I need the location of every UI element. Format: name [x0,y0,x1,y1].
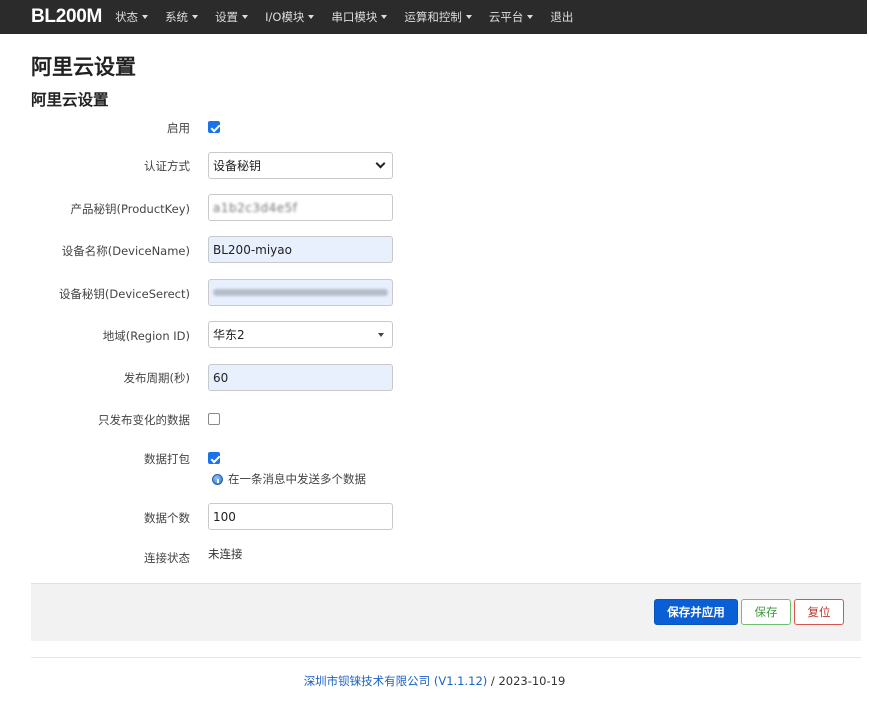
caret-down-icon [192,15,199,19]
publish-changed-label: 只发布变化的数据 [98,413,190,427]
caret-down-icon [465,15,472,19]
nav-item-settings[interactable]: 设置 [215,9,249,25]
product-key-input[interactable]: a1b2c3d4e5f [208,194,393,221]
publish-period-label: 发布周期(秒) [123,371,190,385]
device-secret-input[interactable] [208,279,393,306]
publish-period-input[interactable]: 60 [208,364,393,391]
publish-changed-checkbox[interactable] [208,413,220,425]
caret-down-icon [378,332,384,337]
caret-down-icon [142,15,149,19]
redacted-secret [213,289,388,296]
enable-checkbox[interactable] [208,121,220,133]
device-secret-label: 设备秘钥(DeviceSerect) [58,287,190,301]
info-icon [212,473,223,485]
data-packing-label: 数据打包 [144,452,190,466]
data-count-input[interactable]: 100 [208,503,393,530]
auth-mode-select[interactable]: 设备秘钥 [208,152,393,179]
region-select[interactable]: 华东2 [208,321,393,348]
save-button[interactable]: 保存 [741,599,791,625]
nav-item-io-module[interactable]: I/O模块 [265,9,315,25]
footer-divider [31,657,861,658]
nav-item-system[interactable]: 系统 [165,9,199,25]
data-count-label: 数据个数 [144,511,190,525]
top-navbar: BL200M 状态 系统 设置 I/O模块 串口模块 运算和控制 云平台 退出 [0,0,867,34]
device-name-label: 设备名称(DeviceName) [61,244,190,258]
nav-item-status[interactable]: 状态 [115,9,149,25]
release-date: / 2023-10-19 [487,674,566,688]
action-bar: 保存并应用 保存 复位 [31,583,861,641]
company-link[interactable]: 深圳市钡铼技术有限公司 (V1.1.12) [304,674,488,688]
caret-down-icon [242,15,249,19]
brand-logo[interactable]: BL200M [31,6,102,28]
section-title: 阿里云设置 [31,91,109,109]
copyright: 深圳市钡铼技术有限公司 (V1.1.12) / 2023-10-19 [0,673,869,689]
caret-down-icon [308,15,315,19]
nav-item-cloud-platform[interactable]: 云平台 [489,9,534,25]
page-title: 阿里云设置 [31,55,136,79]
caret-down-icon [527,15,534,19]
reset-button[interactable]: 复位 [794,599,844,625]
device-name-input[interactable]: BL200-miyao [208,236,393,263]
connection-status-value: 未连接 [208,547,243,561]
save-apply-button[interactable]: 保存并应用 [654,599,738,625]
enable-label: 启用 [167,121,190,135]
product-key-label: 产品秘钥(ProductKey) [70,202,191,216]
caret-down-icon [381,15,388,19]
connection-status-label: 连接状态 [144,551,190,565]
nav-item-compute-control[interactable]: 运算和控制 [404,9,472,25]
data-packing-hint: 在一条消息中发送多个数据 [212,471,366,487]
nav-item-serial-module[interactable]: 串口模块 [331,9,388,25]
auth-mode-label: 认证方式 [144,159,190,173]
region-label: 地域(Region ID) [102,329,190,343]
nav-item-logout[interactable]: 退出 [550,9,573,25]
data-packing-checkbox[interactable] [208,452,220,464]
chevron-down-icon [375,158,386,169]
